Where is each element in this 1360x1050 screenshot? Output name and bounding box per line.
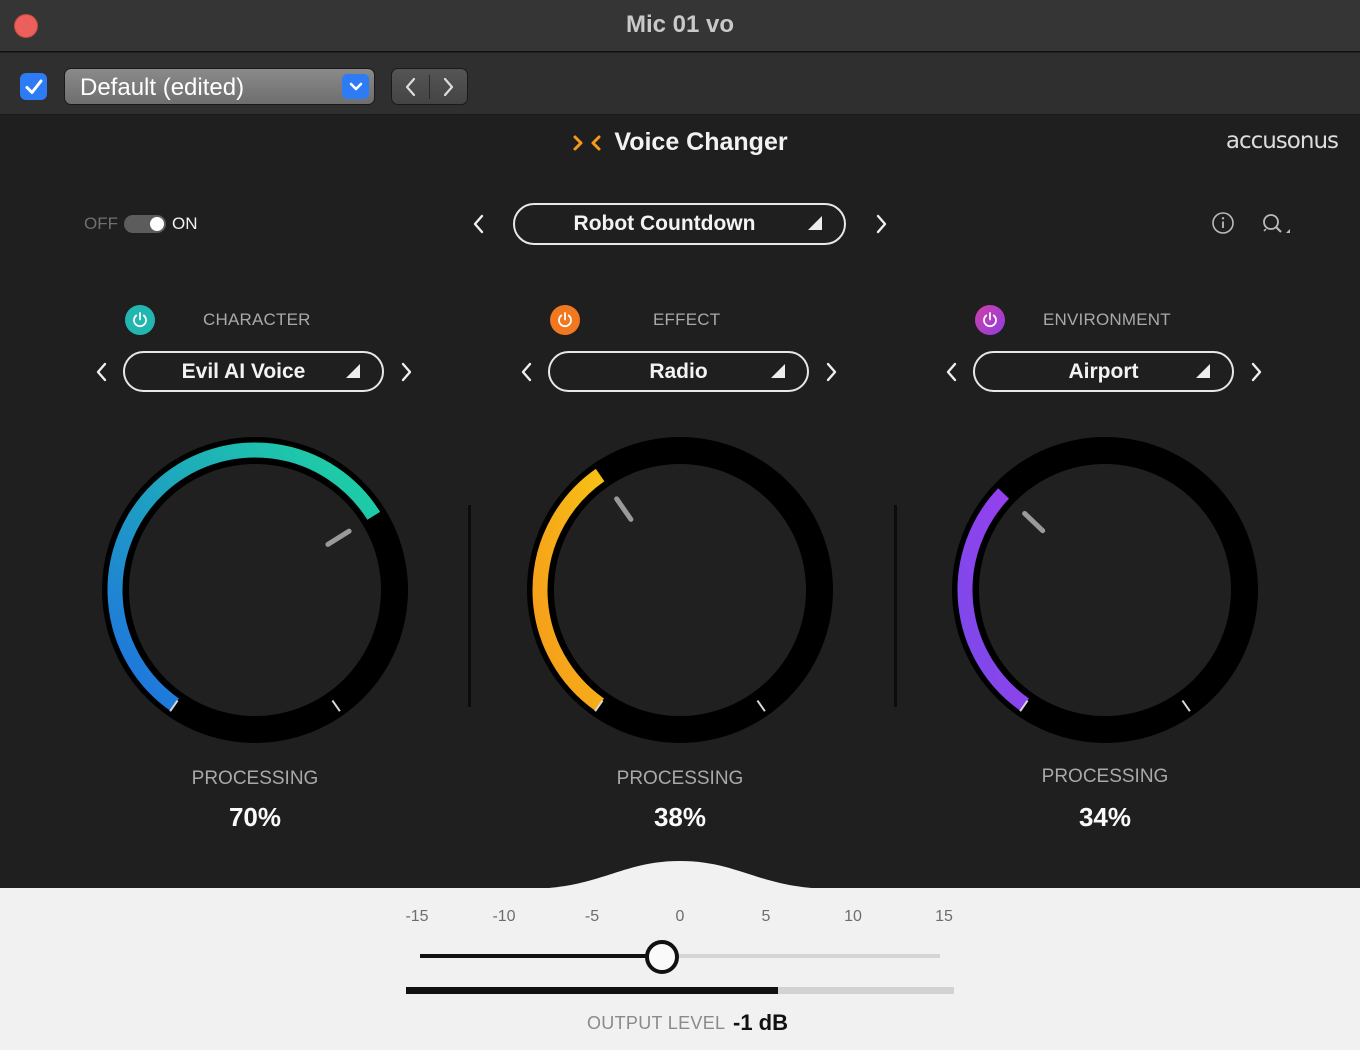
environment-processing-value: 34% xyxy=(1078,802,1132,832)
output-slider-track[interactable] xyxy=(662,954,940,958)
output-tick-label: -15 xyxy=(405,908,429,925)
chevron-right-icon xyxy=(826,362,837,382)
output-panel-hump xyxy=(0,861,1360,890)
voice-preset-label: Robot Countdown xyxy=(573,212,756,235)
next-preset-button[interactable] xyxy=(430,69,467,104)
effect-processing-label: PROCESSING xyxy=(616,768,744,789)
chevron-left-icon xyxy=(96,362,107,382)
search-icon[interactable] xyxy=(1258,210,1294,238)
chevron-right-icon xyxy=(444,77,454,96)
environment-processing-knob[interactable] xyxy=(950,435,1260,745)
previous-voice-preset-button[interactable] xyxy=(469,212,489,236)
output-tick-label: -5 xyxy=(584,908,600,925)
power-icon xyxy=(558,312,572,328)
knob-face xyxy=(554,464,806,716)
previous-effect-button[interactable] xyxy=(517,360,537,384)
dropdown-triangle-icon xyxy=(808,216,822,230)
plugin-header: Voice Changer xyxy=(0,128,1360,157)
output-tick-label: 0 xyxy=(675,908,685,925)
plugin-toolbar: Default (edited) xyxy=(0,53,1360,115)
on-label: ON xyxy=(172,214,198,233)
output-level-slider-thumb[interactable] xyxy=(645,940,679,974)
environment-selection: Airport xyxy=(1068,359,1139,383)
brand-logo: accusonus xyxy=(1225,128,1339,154)
character-processing-knob[interactable] xyxy=(100,435,410,745)
output-tick-label: 5 xyxy=(761,908,771,925)
power-toggle[interactable] xyxy=(124,215,166,233)
voice-changer-logo-icon xyxy=(573,135,601,150)
output-tick-label: 10 xyxy=(844,908,862,925)
next-voice-preset-button[interactable] xyxy=(871,212,891,236)
chevron-right-icon xyxy=(1251,362,1262,382)
output-meter-track xyxy=(778,987,954,994)
chevron-right-icon xyxy=(401,362,412,382)
chevron-left-icon xyxy=(473,214,484,234)
output-slider-track-filled xyxy=(420,954,662,958)
chevron-left-icon xyxy=(405,77,415,96)
plugin-enable-checkbox[interactable] xyxy=(20,73,47,100)
off-label: OFF xyxy=(84,214,118,233)
chevron-left-icon xyxy=(521,362,532,382)
effect-processing-knob[interactable] xyxy=(525,435,835,745)
dropdown-triangle-icon xyxy=(346,363,360,378)
effect-title: EFFECT xyxy=(653,310,721,329)
effect-power-button[interactable] xyxy=(550,305,580,335)
effect-dropdown[interactable]: Radio xyxy=(548,351,809,392)
chevron-right-icon xyxy=(876,214,887,234)
character-power-button[interactable] xyxy=(125,305,155,335)
checkmark-icon xyxy=(25,79,42,94)
character-selection: Evil AI Voice xyxy=(181,359,306,383)
title-bar: Mic 01 vo xyxy=(0,0,1360,52)
chevron-left-icon xyxy=(946,362,957,382)
effect-processing-value: 38% xyxy=(653,802,707,832)
next-effect-button[interactable] xyxy=(821,360,841,384)
character-dropdown[interactable]: Evil AI Voice xyxy=(123,351,384,392)
preset-select-label: Default (edited) xyxy=(80,74,245,101)
previous-character-button[interactable] xyxy=(92,360,112,384)
section-divider xyxy=(468,505,471,707)
character-title: CHARACTER xyxy=(203,310,311,329)
next-environment-button[interactable] xyxy=(1246,360,1266,384)
knob-face xyxy=(979,464,1231,716)
next-character-button[interactable] xyxy=(396,360,416,384)
info-icon[interactable] xyxy=(1210,210,1236,236)
environment-processing-label: PROCESSING xyxy=(1041,766,1169,787)
power-icon xyxy=(983,312,997,328)
output-tick-label: -10 xyxy=(492,908,516,925)
chevron-down-icon xyxy=(342,74,369,99)
environment-dropdown[interactable]: Airport xyxy=(973,351,1234,392)
section-divider xyxy=(894,505,897,707)
power-icon xyxy=(133,312,147,328)
character-processing-value: 70% xyxy=(228,802,282,832)
knob-face xyxy=(129,464,381,716)
output-meter-fill xyxy=(406,987,778,994)
window-title: Mic 01 vo xyxy=(625,11,735,38)
effect-selection: Radio xyxy=(649,359,708,383)
voice-preset-dropdown[interactable]: Robot Countdown xyxy=(513,203,846,245)
plugin-power-switch[interactable]: OFF ON xyxy=(84,214,198,234)
voice-changer-plugin: Voice Changer accusonus OFF ON Robot Cou… xyxy=(0,116,1360,888)
preset-select[interactable]: Default (edited) xyxy=(64,68,375,105)
dropdown-triangle-icon xyxy=(1196,363,1210,378)
dropdown-triangle-icon xyxy=(771,363,785,378)
character-processing-label: PROCESSING xyxy=(191,768,319,789)
output-level-label: OUTPUT LEVEL xyxy=(587,1013,726,1033)
output-level-value: -1 dB xyxy=(733,1010,788,1035)
environment-power-button[interactable] xyxy=(975,305,1005,335)
previous-preset-button[interactable] xyxy=(392,69,429,104)
environment-title: ENVIRONMENT xyxy=(1043,310,1171,329)
preset-nav xyxy=(391,68,468,105)
previous-environment-button[interactable] xyxy=(942,360,962,384)
plugin-name: Voice Changer xyxy=(614,128,788,156)
output-tick-label: 15 xyxy=(935,908,953,925)
